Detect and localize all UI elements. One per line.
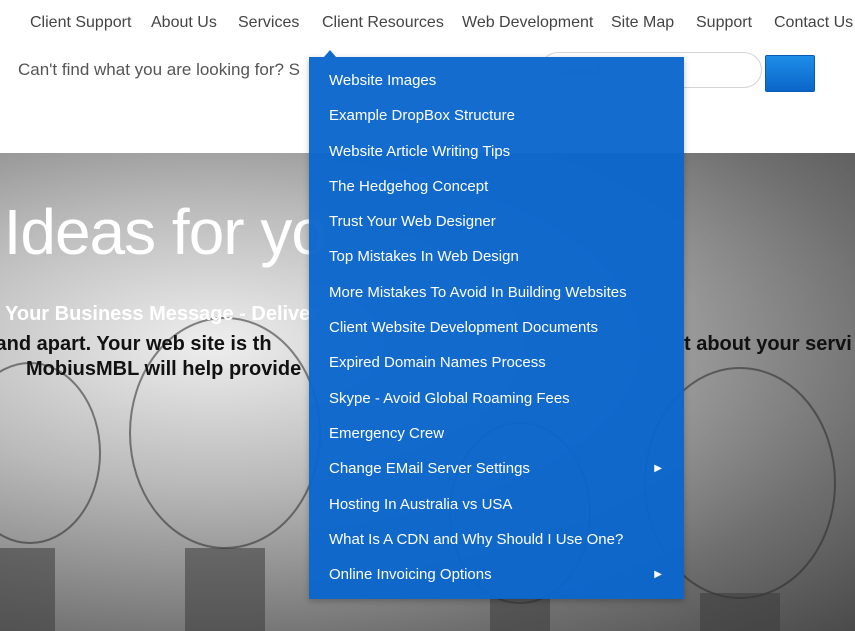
dropdown-item[interactable]: Top Mistakes In Web Design: [309, 239, 684, 274]
dropdown-caret: [324, 50, 336, 57]
top-navigation: Client Support About Us Services Client …: [0, 0, 855, 48]
dropdown-item-label: Online Invoicing Options: [329, 566, 492, 584]
dropdown-item-label: Hosting In Australia vs USA: [329, 495, 513, 513]
dropdown-item[interactable]: The Hedgehog Concept: [309, 169, 684, 204]
dropdown-item-label: Skype - Avoid Global Roaming Fees: [329, 389, 570, 407]
hero-subheadline: Your Business Message - Deliver: [5, 303, 319, 325]
dropdown-item[interactable]: Skype - Avoid Global Roaming Fees: [309, 381, 684, 416]
dropdown-item-label: Top Mistakes In Web Design: [329, 248, 519, 266]
dropdown-item-label: The Hedgehog Concept: [329, 177, 489, 195]
dropdown-item[interactable]: Expired Domain Names Process: [309, 345, 684, 380]
nav-support[interactable]: Support: [696, 14, 752, 32]
dropdown-item-label: Expired Domain Names Process: [329, 354, 546, 372]
nav-client-support[interactable]: Client Support: [30, 14, 131, 32]
hero-body-line2: MobiusMBL will help provide: [26, 358, 302, 380]
nav-site-map[interactable]: Site Map: [611, 14, 674, 32]
submenu-arrow-icon: ▶: [654, 463, 662, 475]
nav-client-resources[interactable]: Client Resources: [322, 14, 444, 32]
dropdown-item-label: Website Images: [329, 72, 437, 89]
hero-body-line1-end: t about your servi: [684, 333, 852, 355]
dropdown-item-label: Emergency Crew: [329, 424, 445, 442]
dropdown-item[interactable]: Trust Your Web Designer: [309, 204, 684, 239]
nav-web-development[interactable]: Web Development: [462, 14, 593, 32]
dropdown-item[interactable]: Online Invoicing Options ▶: [309, 557, 684, 592]
dropdown-item[interactable]: Client Website Development Documents: [309, 310, 684, 345]
dropdown-item[interactable]: What Is A CDN and Why Should I Use One?: [309, 522, 684, 557]
dropdown-item[interactable]: Website Article Writing Tips: [309, 134, 684, 169]
search-hint-text: Can't find what you are looking for? S: [18, 60, 301, 79]
nav-contact-us[interactable]: Contact Us: [774, 14, 853, 32]
dropdown-item[interactable]: Change EMail Server Settings ▶: [309, 451, 684, 486]
hero-body-line1: o stand apart. Your web site is th: [0, 333, 272, 355]
hero-headline: t Ideas for yo: [0, 196, 327, 268]
dropdown-item[interactable]: Hosting In Australia vs USA: [309, 487, 684, 522]
dropdown-item-label: Website Article Writing Tips: [329, 142, 511, 160]
nav-about-us[interactable]: About Us: [151, 14, 217, 32]
dropdown-item-label: Trust Your Web Designer: [329, 213, 496, 231]
dropdown-item[interactable]: Website Images: [309, 63, 684, 98]
search-button[interactable]: [765, 55, 815, 92]
client-resources-dropdown: Website Images Example DropBox Structure…: [309, 57, 684, 599]
dropdown-item[interactable]: Example DropBox Structure: [309, 98, 684, 133]
dropdown-item-label: What Is A CDN and Why Should I Use One?: [329, 530, 624, 548]
nav-services[interactable]: Services: [238, 14, 299, 32]
dropdown-item-label: More Mistakes To Avoid In Building Websi…: [329, 283, 627, 301]
dropdown-item-label: Change EMail Server Settings: [329, 460, 530, 478]
dropdown-item-label: Example DropBox Structure: [329, 107, 515, 125]
dropdown-item[interactable]: Emergency Crew: [309, 416, 684, 451]
dropdown-item-label: Client Website Development Documents: [329, 319, 599, 337]
dropdown-item[interactable]: More Mistakes To Avoid In Building Websi…: [309, 275, 684, 310]
submenu-arrow-icon: ▶: [654, 569, 662, 581]
